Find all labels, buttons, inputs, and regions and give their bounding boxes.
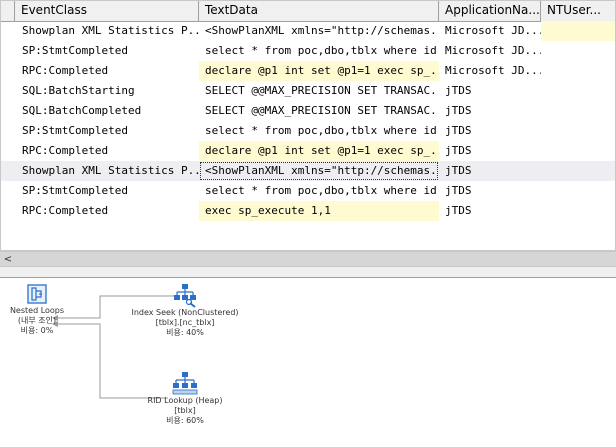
row-selector[interactable] bbox=[1, 121, 15, 141]
column-header-ntuser[interactable]: NTUser... bbox=[541, 1, 615, 21]
column-header-eventclass[interactable]: EventClass bbox=[15, 1, 199, 21]
cell-ntuser[interactable] bbox=[541, 121, 615, 141]
cell-applicationname[interactable]: Microsoft JD... bbox=[439, 21, 541, 41]
cell-ntuser[interactable] bbox=[541, 101, 615, 121]
cell-textdata[interactable]: select * from poc,dbo,tblx where id,... bbox=[199, 41, 439, 61]
cell-applicationname[interactable]: jTDS bbox=[439, 101, 541, 121]
scroll-left-button[interactable]: < bbox=[0, 252, 16, 266]
nested-loops-name: Nested Loops bbox=[9, 306, 65, 315]
cell-textdata[interactable]: SELECT @@MAX_PRECISION SET TRANSAC... bbox=[199, 81, 439, 101]
cell-eventclass[interactable]: Showplan XML Statistics P... bbox=[15, 161, 199, 181]
row-selector[interactable] bbox=[1, 81, 15, 101]
cell-textdata[interactable]: exec sp_execute 1,1 bbox=[199, 201, 439, 221]
cell-textdata[interactable]: select * from poc,dbo,tblx where id,... bbox=[199, 181, 439, 201]
cell-textdata[interactable]: SELECT @@MAX_PRECISION SET TRANSAC... bbox=[199, 101, 439, 121]
plan-node-rid-lookup[interactable]: RID Lookup (Heap) [tblx] 비용: 60% bbox=[140, 370, 230, 426]
cell-ntuser[interactable] bbox=[541, 41, 615, 61]
row-selector[interactable] bbox=[1, 61, 15, 81]
cell-ntuser[interactable] bbox=[541, 161, 615, 181]
trace-grid[interactable]: EventClass TextData ApplicationNa... NTU… bbox=[0, 0, 616, 251]
cell-eventclass[interactable]: Showplan XML Statistics P... bbox=[15, 21, 199, 41]
cell-ntuser[interactable] bbox=[541, 201, 615, 221]
table-row[interactable]: SP:StmtCompleted select * from poc,dbo,tb… bbox=[1, 41, 615, 61]
row-selector[interactable] bbox=[1, 181, 15, 201]
row-header-corner bbox=[1, 1, 15, 21]
table-row[interactable]: Showplan XML Statistics P... <ShowPlanXML… bbox=[1, 161, 615, 181]
table-row[interactable]: RPC:Completed exec sp_execute 1,1 jTDS bbox=[1, 201, 615, 221]
cell-textdata[interactable]: <ShowPlanXML xmlns="http://schemas.... bbox=[199, 161, 439, 181]
cell-ntuser[interactable] bbox=[541, 21, 615, 41]
plan-node-index-seek[interactable]: Index Seek (NonClustered) [tblx].[nc_tbl… bbox=[128, 282, 242, 338]
cell-applicationname[interactable]: jTDS bbox=[439, 161, 541, 181]
cell-eventclass[interactable]: SP:StmtCompleted bbox=[15, 41, 199, 61]
cell-eventclass[interactable]: SQL:BatchCompleted bbox=[15, 101, 199, 121]
cell-eventclass[interactable]: RPC:Completed bbox=[15, 61, 199, 81]
nested-loops-icon bbox=[27, 284, 47, 304]
table-row[interactable]: Showplan XML Statistics P... <ShowPlanXML… bbox=[1, 21, 615, 41]
horizontal-scrollbar[interactable]: < bbox=[0, 251, 616, 267]
row-selector[interactable] bbox=[1, 21, 15, 41]
cell-applicationname[interactable]: jTDS bbox=[439, 201, 541, 221]
rid-lookup-name: RID Lookup (Heap) bbox=[147, 396, 223, 405]
cell-applicationname[interactable]: Microsoft JD... bbox=[439, 41, 541, 61]
row-selector[interactable] bbox=[1, 201, 15, 221]
cell-applicationname[interactable]: jTDS bbox=[439, 141, 541, 161]
table-row[interactable]: RPC:Completed declare @p1 int set @p1=1 e… bbox=[1, 61, 615, 81]
cell-applicationname[interactable]: jTDS bbox=[439, 81, 541, 101]
column-header-applicationname[interactable]: ApplicationNa... bbox=[439, 1, 541, 21]
index-seek-cost: 비용: 40% bbox=[166, 328, 204, 337]
cell-ntuser[interactable] bbox=[541, 81, 615, 101]
table-row[interactable]: SQL:BatchStarting SELECT @@MAX_PRECISION … bbox=[1, 81, 615, 101]
plan-connectors bbox=[52, 295, 178, 399]
row-selector[interactable] bbox=[1, 141, 15, 161]
cell-textdata[interactable]: declare @p1 int set @p1=1 exec sp_... bbox=[199, 61, 439, 81]
cell-eventclass[interactable]: RPC:Completed bbox=[15, 141, 199, 161]
table-row[interactable]: SP:StmtCompleted select * from poc,dbo,tb… bbox=[1, 181, 615, 201]
table-row[interactable]: SQL:BatchCompleted SELECT @@MAX_PRECISION… bbox=[1, 101, 615, 121]
nested-loops-type: (내부 조인) bbox=[17, 316, 57, 325]
grid-rows: Showplan XML Statistics P... <ShowPlanXML… bbox=[1, 21, 615, 221]
execution-plan-pane: Nested Loops (내부 조인) 비용: 0% Index Seek (… bbox=[0, 278, 616, 447]
rid-lookup-object: [tblx] bbox=[174, 406, 196, 415]
table-row[interactable]: SP:StmtCompleted select * from poc,dbo,tb… bbox=[1, 121, 615, 141]
cell-applicationname[interactable]: Microsoft JD... bbox=[439, 61, 541, 81]
nested-loops-cost: 비용: 0% bbox=[20, 326, 54, 335]
pane-splitter[interactable] bbox=[0, 267, 616, 278]
cell-eventclass[interactable]: SQL:BatchStarting bbox=[15, 81, 199, 101]
cell-ntuser[interactable] bbox=[541, 181, 615, 201]
cell-textdata[interactable]: <ShowPlanXML xmlns="http://schemas.... bbox=[199, 21, 439, 41]
plan-node-nested-loops[interactable]: Nested Loops (내부 조인) 비용: 0% bbox=[2, 282, 72, 336]
row-selector[interactable] bbox=[1, 161, 15, 181]
cell-eventclass[interactable]: SP:StmtCompleted bbox=[15, 121, 199, 141]
cell-eventclass[interactable]: SP:StmtCompleted bbox=[15, 181, 199, 201]
rid-lookup-icon bbox=[172, 372, 198, 395]
row-selector[interactable] bbox=[1, 41, 15, 61]
cell-textdata[interactable]: select * from poc,dbo,tblx where id,... bbox=[199, 121, 439, 141]
cell-applicationname[interactable]: jTDS bbox=[439, 181, 541, 201]
grid-header: EventClass TextData ApplicationNa... NTU… bbox=[1, 1, 615, 22]
cell-applicationname[interactable]: jTDS bbox=[439, 121, 541, 141]
chevron-left-icon: < bbox=[3, 253, 13, 265]
index-seek-icon bbox=[174, 284, 196, 308]
index-seek-name: Index Seek (NonClustered) bbox=[131, 308, 239, 317]
column-header-textdata[interactable]: TextData bbox=[199, 1, 439, 21]
index-seek-object: [tblx].[nc_tblx] bbox=[155, 318, 215, 327]
cell-ntuser[interactable] bbox=[541, 141, 615, 161]
cell-textdata[interactable]: declare @p1 int set @p1=1 exec sp_... bbox=[199, 141, 439, 161]
row-selector[interactable] bbox=[1, 101, 15, 121]
rid-lookup-cost: 비용: 60% bbox=[166, 416, 204, 425]
table-row[interactable]: RPC:Completed declare @p1 int set @p1=1 e… bbox=[1, 141, 615, 161]
cell-ntuser[interactable] bbox=[541, 61, 615, 81]
cell-eventclass[interactable]: RPC:Completed bbox=[15, 201, 199, 221]
